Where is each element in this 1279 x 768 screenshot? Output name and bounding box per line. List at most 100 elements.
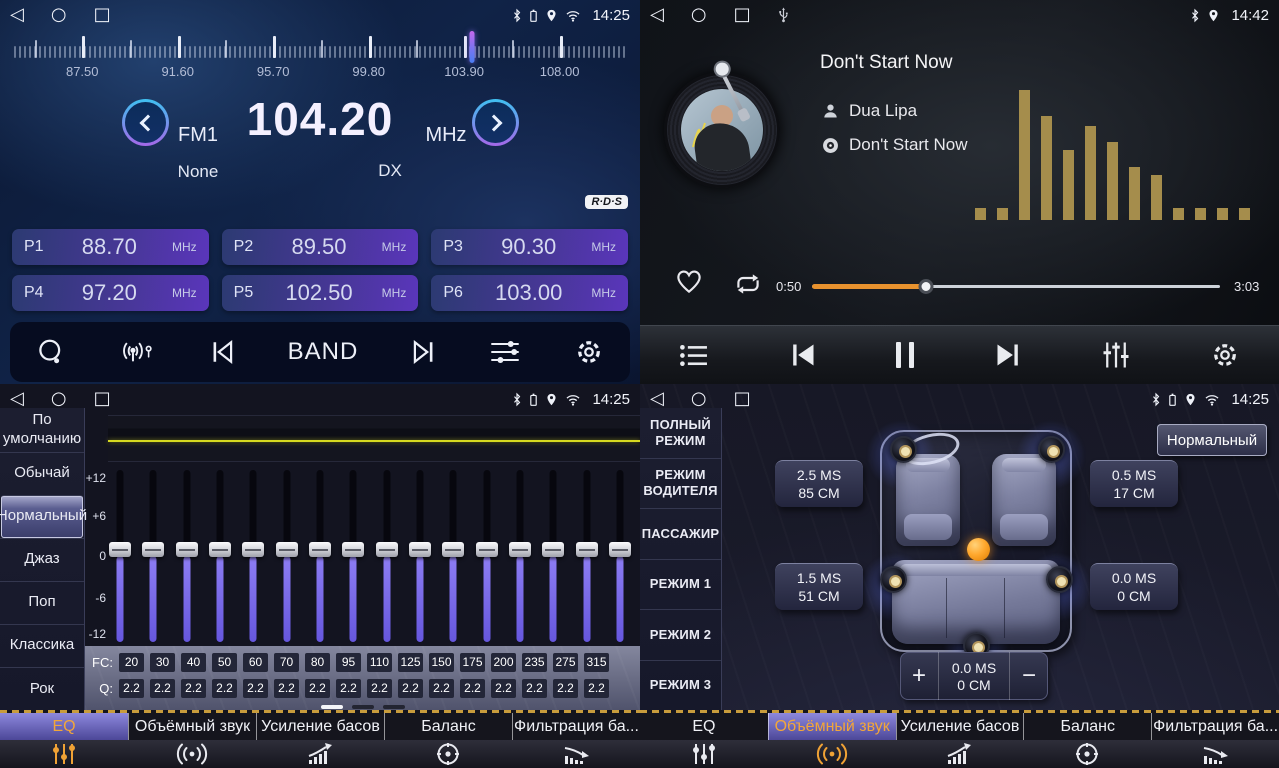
home-icon[interactable]: ○ bbox=[51, 390, 67, 408]
q-value[interactable]: 2.2 bbox=[181, 679, 206, 698]
eq-band-slider[interactable] bbox=[475, 470, 499, 642]
eq-band-slider[interactable] bbox=[375, 470, 399, 642]
back-icon[interactable]: ◁ bbox=[650, 6, 664, 24]
page-dot[interactable] bbox=[352, 705, 374, 709]
tab-surround[interactable]: Объёмный звук bbox=[768, 710, 896, 768]
eq-preset-item[interactable]: Поп bbox=[0, 581, 84, 624]
progress-bar[interactable] bbox=[812, 285, 1220, 288]
preset-button[interactable]: P4 97.20 MHz bbox=[12, 275, 209, 311]
fc-value[interactable]: 40 bbox=[181, 653, 206, 672]
recents-icon[interactable]: □ bbox=[734, 390, 751, 408]
tab-balance[interactable]: Баланс bbox=[1023, 710, 1151, 768]
tab-filter[interactable]: Фильтрация ба... bbox=[512, 710, 640, 768]
slider-handle[interactable] bbox=[576, 542, 598, 557]
slider-handle[interactable] bbox=[542, 542, 564, 557]
surround-mode-item[interactable]: РЕЖИМ 2 bbox=[640, 609, 721, 660]
slider-handle[interactable] bbox=[376, 542, 398, 557]
fc-value[interactable]: 50 bbox=[212, 653, 237, 672]
delay-front-left-button[interactable]: 2.5 MS 85 CM bbox=[775, 460, 863, 507]
repeat-icon[interactable] bbox=[732, 272, 764, 296]
settings-gear-icon[interactable] bbox=[1210, 340, 1240, 370]
q-value[interactable]: 2.2 bbox=[243, 679, 268, 698]
progress-knob[interactable] bbox=[919, 279, 934, 294]
surround-mode-item[interactable]: ПАССАЖИР bbox=[640, 508, 721, 559]
tab-surround[interactable]: Объёмный звук bbox=[128, 710, 256, 768]
q-value[interactable]: 2.2 bbox=[553, 679, 578, 698]
tab-eq[interactable]: EQ bbox=[640, 710, 768, 768]
home-icon[interactable]: ○ bbox=[691, 390, 707, 408]
tune-down-button[interactable] bbox=[122, 99, 169, 146]
preset-button[interactable]: P6 103.00 MHz bbox=[431, 275, 628, 311]
slider-handle[interactable] bbox=[309, 542, 331, 557]
eq-band-slider[interactable] bbox=[208, 470, 232, 642]
seek-next-icon[interactable] bbox=[411, 339, 437, 365]
recents-icon[interactable]: □ bbox=[734, 6, 751, 24]
slider-handle[interactable] bbox=[342, 542, 364, 557]
fc-value[interactable]: 70 bbox=[274, 653, 299, 672]
recents-icon[interactable]: □ bbox=[94, 6, 111, 24]
eq-preset-item[interactable]: Джаз bbox=[0, 538, 84, 581]
eq-band-slider[interactable] bbox=[141, 470, 165, 642]
eq-band-slider[interactable] bbox=[541, 470, 565, 642]
tab-balance[interactable]: Баланс bbox=[384, 710, 512, 768]
delay-rear-left-button[interactable]: 1.5 MS 51 CM bbox=[775, 563, 863, 610]
surround-mode-item[interactable]: ПОЛНЫЙ РЕЖИМ bbox=[640, 408, 721, 458]
tab-eq[interactable]: EQ bbox=[0, 710, 128, 768]
slider-handle[interactable] bbox=[476, 542, 498, 557]
preset-button[interactable]: P2 89.50 MHz bbox=[222, 229, 419, 265]
playlist-icon[interactable] bbox=[679, 343, 709, 368]
eq-band-slider[interactable] bbox=[108, 470, 132, 642]
recents-icon[interactable]: □ bbox=[94, 390, 111, 408]
eq-band-slider[interactable] bbox=[275, 470, 299, 642]
broadcast-icon[interactable] bbox=[119, 338, 157, 366]
eq-preset-item[interactable]: Обычай bbox=[0, 452, 84, 495]
eq-band-slider[interactable] bbox=[341, 470, 365, 642]
eq-band-slider[interactable] bbox=[575, 470, 599, 642]
eq-preset-item[interactable]: Классика bbox=[0, 624, 84, 667]
slider-handle[interactable] bbox=[142, 542, 164, 557]
q-value[interactable]: 2.2 bbox=[305, 679, 330, 698]
fc-value[interactable]: 200 bbox=[491, 653, 516, 672]
fc-value[interactable]: 315 bbox=[584, 653, 609, 672]
decrease-button[interactable]: − bbox=[1010, 652, 1048, 700]
q-value[interactable]: 2.2 bbox=[522, 679, 547, 698]
home-icon[interactable]: ○ bbox=[51, 6, 67, 24]
page-dot[interactable] bbox=[383, 705, 405, 709]
eq-band-slider[interactable] bbox=[308, 470, 332, 642]
back-icon[interactable]: ◁ bbox=[10, 6, 24, 24]
surround-mode-item[interactable]: РЕЖИМ 3 bbox=[640, 660, 721, 711]
slider-handle[interactable] bbox=[242, 542, 264, 557]
slider-handle[interactable] bbox=[176, 542, 198, 557]
slider-handle[interactable] bbox=[109, 542, 131, 557]
home-icon[interactable]: ○ bbox=[691, 6, 707, 24]
increase-button[interactable]: + bbox=[900, 652, 938, 700]
delay-rear-right-button[interactable]: 0.0 MS 0 CM bbox=[1090, 563, 1178, 610]
fc-value[interactable]: 80 bbox=[305, 653, 330, 672]
tab-bass-boost[interactable]: Усиление басов bbox=[896, 710, 1024, 768]
slider-handle[interactable] bbox=[509, 542, 531, 557]
fc-value[interactable]: 275 bbox=[553, 653, 578, 672]
eq-band-slider[interactable] bbox=[608, 470, 632, 642]
q-value[interactable]: 2.2 bbox=[460, 679, 485, 698]
slider-handle[interactable] bbox=[442, 542, 464, 557]
q-value[interactable]: 2.2 bbox=[429, 679, 454, 698]
q-value[interactable]: 2.2 bbox=[119, 679, 144, 698]
q-value[interactable]: 2.2 bbox=[584, 679, 609, 698]
eq-band-slider[interactable] bbox=[241, 470, 265, 642]
slider-handle[interactable] bbox=[209, 542, 231, 557]
speaker-front-right-icon[interactable] bbox=[1038, 436, 1065, 463]
slider-handle[interactable] bbox=[609, 542, 631, 557]
fc-value[interactable]: 125 bbox=[398, 653, 423, 672]
eq-preset-item[interactable]: По умолчанию bbox=[0, 408, 84, 452]
tune-up-button[interactable] bbox=[472, 99, 519, 146]
q-value[interactable]: 2.2 bbox=[274, 679, 299, 698]
scan-icon[interactable] bbox=[36, 337, 66, 367]
tab-filter[interactable]: Фильтрация ба... bbox=[1151, 710, 1279, 768]
q-value[interactable]: 2.2 bbox=[398, 679, 423, 698]
eq-band-slider[interactable] bbox=[441, 470, 465, 642]
eq-preset-item[interactable]: Нормальный bbox=[1, 495, 83, 538]
fc-value[interactable]: 150 bbox=[429, 653, 454, 672]
radio-dial-ticks[interactable] bbox=[8, 34, 632, 62]
q-value[interactable]: 2.2 bbox=[491, 679, 516, 698]
q-value[interactable]: 2.2 bbox=[367, 679, 392, 698]
